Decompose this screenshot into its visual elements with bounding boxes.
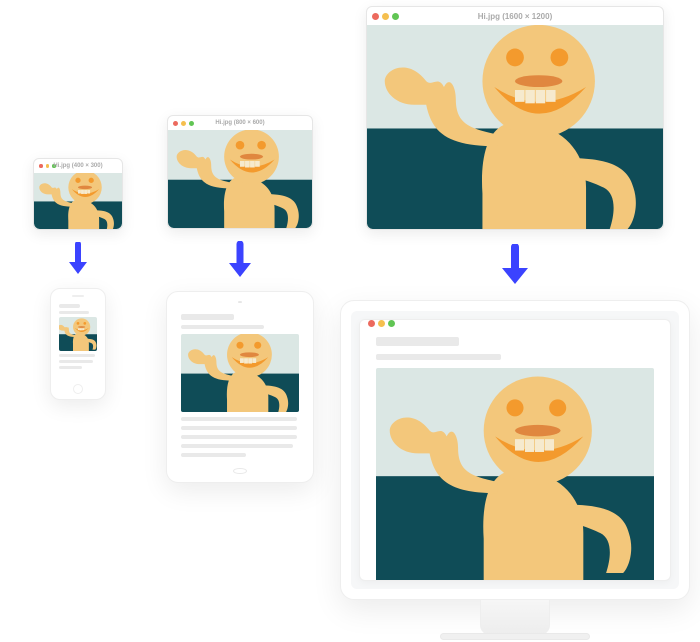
traffic-lights-icon — [173, 121, 194, 126]
monitor-base — [440, 633, 590, 640]
home-button-icon — [73, 384, 83, 394]
desktop-screen — [351, 311, 679, 589]
text-placeholder — [181, 435, 297, 439]
phone-speaker-icon — [72, 295, 84, 297]
home-button-icon — [233, 468, 247, 475]
character-illustration — [168, 130, 312, 228]
text-placeholder — [59, 366, 82, 369]
text-placeholder — [59, 360, 93, 363]
character-illustration — [59, 317, 97, 351]
text-placeholder — [181, 444, 293, 448]
monitor-stand — [480, 600, 550, 635]
text-placeholder — [376, 337, 459, 346]
window-title: Hi.jpg (1600 × 1200) — [367, 12, 663, 21]
text-placeholder — [59, 354, 95, 357]
traffic-lights-icon — [372, 13, 399, 20]
arrow-down-icon — [227, 241, 253, 279]
text-placeholder — [59, 304, 80, 308]
text-placeholder — [181, 325, 264, 329]
character-illustration — [367, 25, 663, 229]
text-placeholder — [181, 426, 297, 430]
traffic-lights-icon — [39, 164, 56, 168]
desktop-image — [376, 368, 654, 581]
text-placeholder — [181, 453, 246, 457]
device-phone — [50, 288, 106, 400]
phone-image — [59, 317, 97, 351]
text-placeholder — [181, 417, 297, 421]
character-illustration — [376, 368, 654, 581]
device-tablet — [166, 291, 314, 483]
character-illustration — [181, 334, 299, 412]
tablet-image — [181, 334, 299, 412]
text-placeholder — [376, 354, 501, 360]
flow-small: Hi.jpg (400 × 300) — [18, 158, 138, 400]
tablet-camera-icon — [238, 301, 242, 303]
tablet-screen — [175, 308, 305, 463]
image-window-large: Hi.jpg (1600 × 1200) — [366, 6, 664, 230]
character-illustration — [34, 173, 122, 229]
image-window-medium: Hi.jpg (800 × 600) — [167, 115, 313, 229]
device-desktop — [340, 300, 690, 640]
text-placeholder — [59, 311, 89, 314]
arrow-down-icon — [67, 242, 89, 276]
browser-window — [359, 319, 671, 581]
traffic-lights-icon — [368, 320, 395, 327]
text-placeholder — [181, 314, 234, 320]
phone-screen — [55, 300, 101, 381]
image-window-small: Hi.jpg (400 × 300) — [33, 158, 123, 230]
arrow-down-icon — [500, 244, 530, 286]
flow-medium: Hi.jpg (800 × 600) — [150, 115, 330, 483]
flow-large: Hi.jpg (1600 × 1200) — [330, 6, 700, 640]
